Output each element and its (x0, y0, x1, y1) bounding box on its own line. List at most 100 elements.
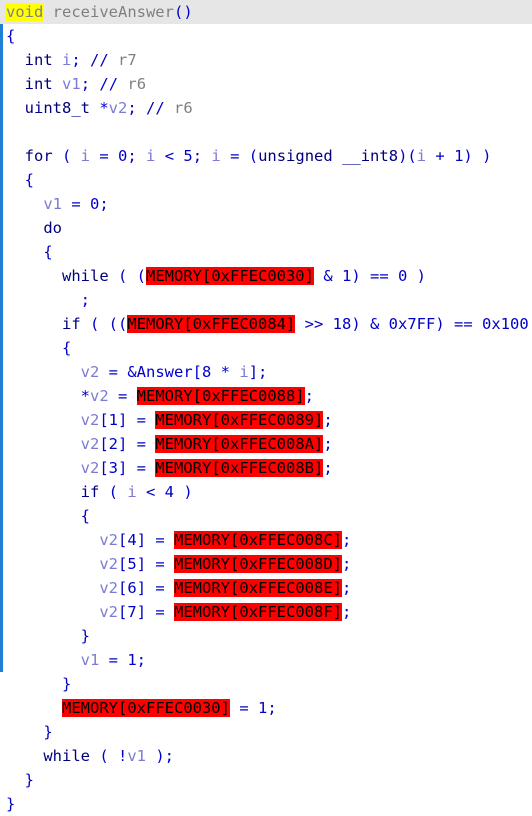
code-keyword: uint8_t (24, 99, 90, 117)
code-punct: < (155, 147, 184, 165)
code-punct: [ (118, 603, 128, 621)
code-number: 1 (108, 411, 119, 429)
code-line[interactable]: v2[3] = MEMORY[0xFFEC008B]; (0, 456, 532, 480)
code-line[interactable]: v2[5] = MEMORY[0xFFEC008D]; (0, 552, 532, 576)
function-signature-line[interactable]: void receiveAnswer() (0, 0, 532, 24)
memory-ref-highlight[interactable]: MEMORY[0xFFEC008F] (174, 603, 342, 621)
memory-ref-highlight[interactable]: MEMORY[0xFFEC008D] (174, 555, 342, 573)
code-punct: ; (192, 147, 212, 165)
code-line[interactable]: { (0, 336, 532, 360)
memory-ref-highlight[interactable]: MEMORY[0xFFEC0084] (127, 315, 296, 333)
code-number: 6 (127, 579, 137, 597)
code-punct: [ (118, 555, 128, 573)
memory-ref-highlight[interactable]: MEMORY[0xFFEC008E] (174, 579, 342, 597)
memory-ref-highlight[interactable]: MEMORY[0xFFEC008B] (155, 459, 324, 477)
code-line[interactable]: for ( i = 0; i < 5; i = (unsigned __int8… (0, 144, 532, 168)
code-line[interactable]: while ( (MEMORY[0xFFEC0030] & 1) == 0 ) (0, 264, 532, 288)
code-keyword: int (24, 75, 53, 93)
code-line[interactable]: if ( ((MEMORY[0xFFEC0084] >> 18) & 0x7FF… (0, 312, 532, 336)
memory-ref-highlight[interactable]: MEMORY[0xFFEC0088] (136, 387, 305, 405)
code-local-var: i (146, 147, 156, 165)
code-number: 0x7FF (388, 315, 436, 333)
code-line[interactable]: v2[6] = MEMORY[0xFFEC008E]; (0, 576, 532, 600)
code-line[interactable]: uint8_t *v2; // r6 (0, 96, 532, 120)
code-line[interactable]: } (0, 624, 532, 648)
code-line[interactable]: if ( i < 4 ) (0, 480, 532, 504)
code-line[interactable] (0, 120, 532, 144)
return-type-highlight[interactable]: void (6, 3, 44, 21)
memory-ref-highlight[interactable]: MEMORY[0xFFEC008C] (174, 531, 342, 549)
code-line[interactable]: while ( !v1 ); (0, 744, 532, 768)
code-punct: ; (342, 579, 352, 597)
code-punct: ; (99, 195, 109, 213)
code-line[interactable]: } (0, 672, 532, 696)
code-global: Answer (136, 363, 193, 381)
code-punct: { (62, 339, 72, 357)
code-punct: = (90, 147, 119, 165)
code-punct: = & (99, 363, 137, 381)
code-line[interactable]: do (0, 216, 532, 240)
code-punct: = ( (220, 147, 259, 165)
code-punct: [ (118, 579, 128, 597)
memory-ref-highlight[interactable]: MEMORY[0xFFEC008A] (155, 435, 324, 453)
code-punct: ) == (351, 267, 398, 285)
pseudocode-view[interactable]: void receiveAnswer(){ int i; // r7 int v… (0, 0, 532, 813)
code-line[interactable]: int i; // r7 (0, 48, 532, 72)
function-name[interactable]: receiveAnswer (43, 3, 174, 21)
code-line[interactable]: int v1; // r6 (0, 72, 532, 96)
code-line[interactable]: v2[1] = MEMORY[0xFFEC0089]; (0, 408, 532, 432)
code-punct: { (43, 243, 53, 261)
code-line-list[interactable]: void receiveAnswer(){ int i; // r7 int v… (0, 0, 532, 816)
code-punct: ; (80, 291, 90, 309)
code-punct: ; (267, 699, 277, 717)
code-line[interactable]: v2[4] = MEMORY[0xFFEC008C]; (0, 528, 532, 552)
code-line[interactable]: { (0, 240, 532, 264)
code-line[interactable]: } (0, 792, 532, 816)
memory-ref-highlight[interactable]: MEMORY[0xFFEC0089] (155, 411, 324, 429)
code-punct: & (313, 267, 342, 285)
code-line[interactable]: { (0, 24, 532, 48)
code-punct: ); (146, 747, 174, 765)
code-line[interactable]: } (0, 720, 532, 744)
code-local-var: v2 (99, 579, 118, 597)
code-line[interactable]: v2[7] = MEMORY[0xFFEC008F]; (0, 600, 532, 624)
code-line[interactable]: v2[2] = MEMORY[0xFFEC008A]; (0, 432, 532, 456)
code-punct: ; (342, 531, 352, 549)
code-punct: ] = (136, 531, 175, 549)
code-line[interactable]: ; (0, 288, 532, 312)
code-line[interactable]: v1 = 0; (0, 192, 532, 216)
code-line[interactable]: { (0, 504, 532, 528)
memory-ref-highlight[interactable]: MEMORY[0xFFEC0030] (62, 699, 230, 717)
code-local-var: i (239, 363, 249, 381)
code-line[interactable]: MEMORY[0xFFEC0030] = 1; (0, 696, 532, 720)
memory-ref-highlight[interactable]: MEMORY[0xFFEC0030] (146, 267, 314, 285)
code-line[interactable]: v2 = &Answer[8 * i]; (0, 360, 532, 384)
code-line[interactable]: { (0, 168, 532, 192)
code-comment: r6 (118, 75, 147, 93)
code-line[interactable]: *v2 = MEMORY[0xFFEC0088]; (0, 384, 532, 408)
code-keyword: if (80, 483, 100, 501)
code-punct: * (90, 99, 109, 117)
code-line[interactable]: } (0, 768, 532, 792)
code-punct: ; (127, 99, 147, 117)
code-punct: ( (( (80, 315, 128, 333)
code-punct: ] = (136, 555, 175, 573)
function-parens: () (173, 3, 193, 21)
code-punct: ; (80, 75, 100, 93)
code-punct: ; (71, 51, 91, 69)
code-number: 0 (398, 267, 408, 285)
code-line[interactable]: v1 = 1; (0, 648, 532, 672)
